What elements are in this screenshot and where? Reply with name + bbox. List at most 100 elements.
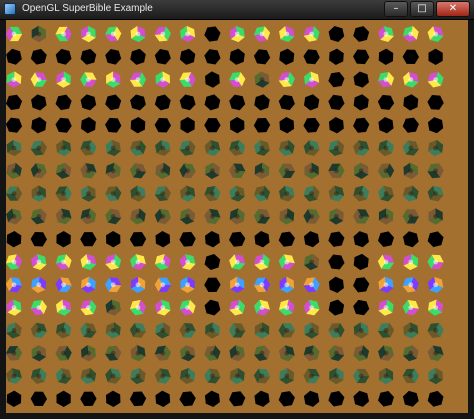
rotating-cube xyxy=(179,140,196,156)
cube-highlight xyxy=(433,214,438,219)
rotating-cube xyxy=(402,231,419,248)
rotating-cube xyxy=(30,208,47,225)
cube-face xyxy=(428,48,443,65)
rotating-cube xyxy=(31,345,47,362)
rotating-cube xyxy=(154,345,171,361)
cube-face xyxy=(378,390,394,407)
rotating-cube xyxy=(55,208,72,225)
cube-face xyxy=(254,94,270,111)
rotating-cube xyxy=(30,391,47,406)
cube-face xyxy=(30,391,47,406)
rotating-cube xyxy=(377,94,395,110)
cube-highlight xyxy=(185,77,191,82)
cube-highlight xyxy=(334,350,339,356)
cube-face xyxy=(353,71,369,88)
cube-highlight xyxy=(110,31,116,37)
rotating-cube xyxy=(80,140,97,156)
cube-highlight xyxy=(86,31,91,37)
rotating-cube xyxy=(278,254,295,270)
rotating-cube xyxy=(254,231,270,248)
rotating-cube xyxy=(179,94,196,111)
cube-face xyxy=(403,94,419,111)
rotating-cube xyxy=(328,323,345,338)
rotating-cube xyxy=(329,48,344,65)
cube-highlight xyxy=(36,77,42,82)
cube-highlight xyxy=(259,77,265,82)
rotating-cube xyxy=(428,367,443,385)
rotating-cube xyxy=(130,367,146,385)
rotating-cube xyxy=(377,71,395,88)
rotating-cube xyxy=(254,253,270,271)
cube-face xyxy=(130,117,146,134)
rotating-cube xyxy=(6,94,23,111)
rotating-cube xyxy=(55,162,72,179)
cube-highlight xyxy=(433,191,438,197)
cube-highlight xyxy=(284,259,290,265)
rotating-cube xyxy=(130,276,146,293)
cube-highlight xyxy=(433,31,438,37)
cube-highlight xyxy=(408,259,414,265)
cube-highlight xyxy=(259,282,265,288)
rotating-cube xyxy=(329,367,344,385)
cube-highlight xyxy=(86,145,91,151)
app-window-icon xyxy=(4,3,16,15)
cube-face xyxy=(6,94,23,111)
cube-highlight xyxy=(433,282,438,288)
rotating-cube xyxy=(105,139,121,157)
rotating-cube xyxy=(154,49,171,65)
cube-face xyxy=(204,118,221,133)
rotating-cube xyxy=(105,94,122,111)
rotating-cube xyxy=(80,367,97,385)
rotating-cube xyxy=(329,208,344,225)
cube-face xyxy=(129,391,147,407)
cube-highlight xyxy=(86,191,91,197)
rotating-cube xyxy=(204,185,221,202)
cube-highlight xyxy=(210,191,215,197)
maximize-button[interactable]: □ xyxy=(410,1,434,17)
cube-highlight xyxy=(160,145,166,151)
rotating-cube xyxy=(378,117,394,134)
rotating-cube xyxy=(129,140,147,156)
cube-highlight xyxy=(408,168,414,174)
minimize-button[interactable]: – xyxy=(384,1,408,17)
cube-highlight xyxy=(259,168,265,174)
rotating-cube xyxy=(31,276,47,293)
rotating-cube xyxy=(279,25,295,43)
rotating-cube xyxy=(328,117,344,134)
cube-highlight xyxy=(383,31,389,37)
close-button[interactable]: ✕ xyxy=(436,1,470,17)
cube-highlight xyxy=(284,305,290,310)
rotating-cube xyxy=(6,231,22,248)
cube-highlight xyxy=(210,214,215,219)
rotating-cube xyxy=(428,208,443,225)
cube-highlight xyxy=(160,77,166,82)
cube-highlight xyxy=(11,328,17,333)
rotating-cube xyxy=(204,299,221,316)
cube-face xyxy=(303,390,320,407)
cube-highlight xyxy=(358,145,364,151)
rotating-cube xyxy=(105,208,122,225)
rotating-cube xyxy=(303,231,320,248)
cube-face xyxy=(105,94,122,111)
cube-highlight xyxy=(61,350,66,356)
rotating-cube xyxy=(6,345,23,361)
rotating-cube xyxy=(402,49,419,64)
cube-grid-viewport xyxy=(6,25,444,407)
cube-face xyxy=(353,277,370,293)
rotating-cube xyxy=(427,139,444,157)
cube-highlight xyxy=(160,282,166,288)
rotating-cube xyxy=(303,299,320,316)
cube-highlight xyxy=(408,282,414,288)
title-bar[interactable]: OpenGL SuperBible Example – □ ✕ xyxy=(0,0,474,20)
cube-highlight xyxy=(309,350,314,356)
rotating-cube xyxy=(353,322,369,339)
cube-face xyxy=(30,231,47,247)
rotating-cube xyxy=(155,390,171,407)
opengl-render-canvas[interactable] xyxy=(6,20,468,413)
rotating-cube xyxy=(6,162,22,179)
rotating-cube xyxy=(279,117,295,134)
rotating-cube xyxy=(6,208,22,225)
cube-highlight xyxy=(185,31,191,37)
rotating-cube xyxy=(204,208,221,225)
cube-highlight xyxy=(234,31,240,37)
